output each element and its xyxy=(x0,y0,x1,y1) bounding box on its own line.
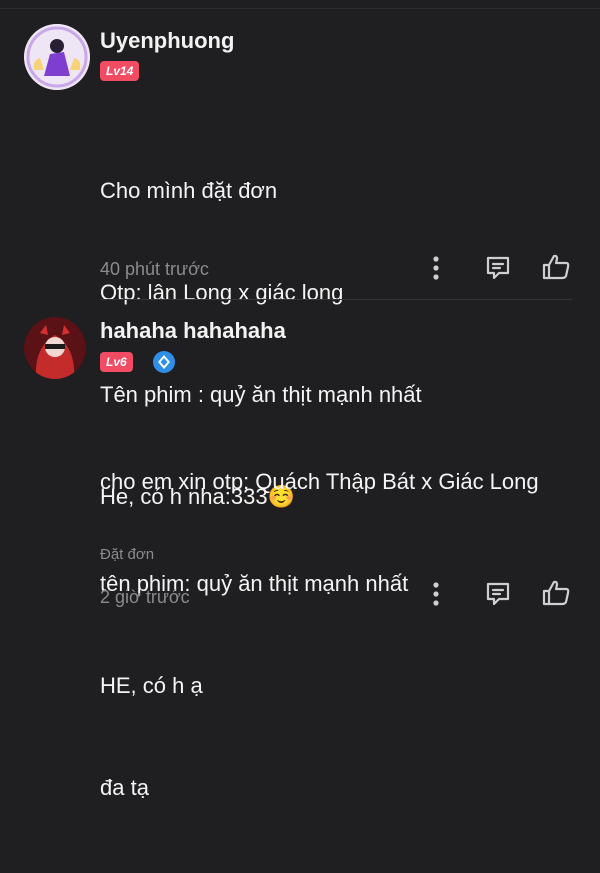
avatar[interactable] xyxy=(24,317,86,379)
reply-icon[interactable] xyxy=(480,576,516,612)
comment-item: hahaha hahahaha Lv6 cho em xin otp: Quác… xyxy=(0,0,600,800)
level-badge: Lv6 xyxy=(100,352,133,372)
comment-line: cho em xin otp: Quách Thập Bát x Giác Lo… xyxy=(100,469,539,494)
username[interactable]: hahaha hahahaha xyxy=(100,318,286,344)
comment-tag: Đặt đơn xyxy=(100,546,155,563)
comment-line: đa tạ xyxy=(100,775,149,800)
comment-line: HE, có h ạ xyxy=(100,673,203,698)
more-vertical-icon[interactable] xyxy=(418,576,454,612)
comment-text: cho em xin otp: Quách Thập Bát x Giác Lo… xyxy=(100,397,539,873)
diamond-badge-icon xyxy=(153,351,175,373)
timestamp: 2 giờ trước xyxy=(100,587,190,607)
thumbs-up-icon[interactable] xyxy=(538,575,574,611)
